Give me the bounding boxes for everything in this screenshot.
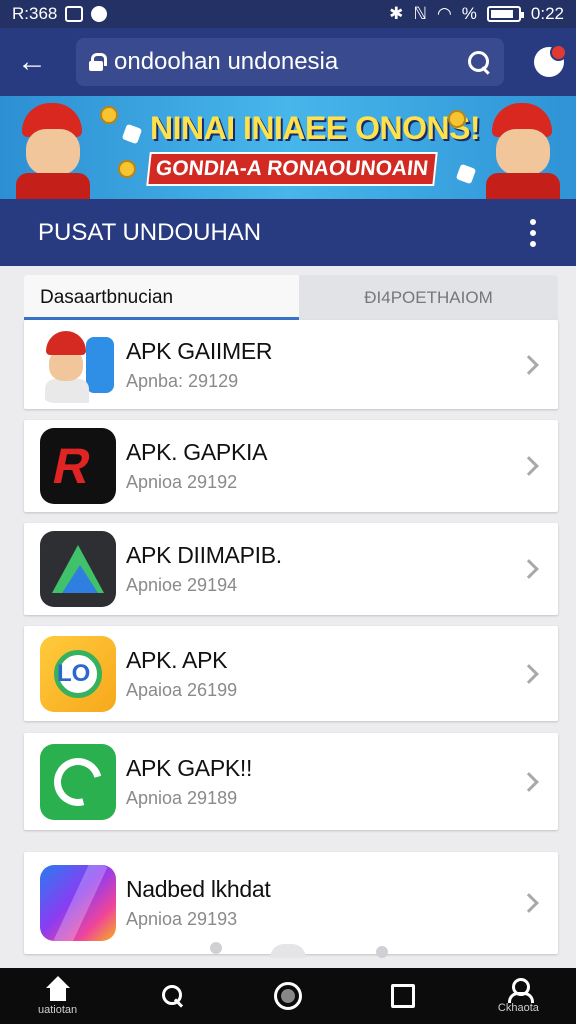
notification-button[interactable] — [534, 44, 567, 77]
nav-home[interactable]: uatiotan — [0, 968, 115, 1024]
promo-banner[interactable]: NINAI INIAEE ONONS! GONDIA-A RONAOUNOAIN — [0, 96, 576, 199]
person-icon — [506, 978, 535, 1003]
gradient-icon — [40, 865, 116, 941]
list-item-text: APK DIIMAPIB. Apnioe 29194 — [126, 542, 522, 596]
triangle-icon — [40, 531, 116, 607]
pager-dot — [270, 944, 306, 958]
wifi-icon: ◠ — [436, 4, 452, 23]
status-bar: R:368 ✱ ℕ ◠ % 0:22 — [0, 0, 576, 28]
list-item-text: APK. GAPKIA Apnioa 29192 — [126, 439, 522, 493]
chevron-right-icon — [519, 354, 539, 375]
sync-icon — [40, 743, 116, 820]
app-subtitle: Apnba: 29129 — [126, 370, 239, 391]
list-item[interactable]: Nadbed lkhdat Apnioa 29193 — [24, 852, 558, 954]
app-title: APK. APK — [126, 646, 228, 673]
banner-title: NINAI INIAEE ONONS! — [150, 110, 481, 146]
app-title: APK GAIIMER — [126, 337, 273, 364]
dice-icon — [455, 163, 477, 185]
list-item-text: APK. APK Apaioa 26199 — [126, 647, 522, 701]
chevron-right-icon — [519, 456, 539, 476]
lo-ring-icon: LO — [40, 635, 116, 712]
bottom-nav: uatiotan Ckhaota — [0, 968, 576, 1024]
game-character-icon — [40, 326, 116, 403]
app-subtitle: Apnioa 29193 — [126, 909, 238, 929]
home-icon — [44, 976, 72, 1002]
app-subtitle: Apnioe 29194 — [126, 575, 238, 595]
list-item[interactable]: APK GAPK!! Apnioa 29189 — [24, 733, 558, 830]
chevron-right-icon — [519, 771, 539, 792]
app-title: Nadbed lkhdat — [126, 876, 271, 902]
nav-label: uatiotan — [38, 1004, 78, 1016]
coin-icon — [118, 160, 136, 178]
status-left: R:368 — [12, 4, 108, 24]
battery-icon — [486, 6, 524, 22]
bluetooth-icon: ✱ — [389, 4, 404, 23]
app-title: APK. GAPKIA — [126, 439, 268, 465]
nav-profile[interactable]: Ckhaota — [461, 968, 576, 1024]
banner-mascot-left — [8, 99, 98, 199]
chevron-right-icon — [519, 663, 539, 684]
signal-text: % — [461, 4, 477, 23]
pager-dot — [376, 946, 388, 958]
nav-label: Ckhaota — [497, 1002, 539, 1014]
nav-camera[interactable] — [230, 968, 345, 1024]
list-item-text: Nadbed lkhdat Apnioa 29193 — [126, 876, 522, 930]
tab-bar: Dasaartbnucian ĐI4POETHAIOM — [24, 275, 558, 320]
list-item-text: APK GAPK!! Apnioa 29189 — [126, 755, 522, 809]
coin-icon — [448, 110, 466, 128]
app-subtitle: Apnioa 29189 — [126, 787, 238, 808]
app-title: APK GAPK!! — [126, 754, 253, 781]
dice-icon — [121, 123, 143, 145]
app-subtitle: Apnioa 29192 — [126, 472, 238, 492]
list-item-text: APK GAIIMER Apnba: 29129 — [126, 338, 522, 392]
section-header: PUSAT UNDOUHAN — [0, 199, 576, 266]
carrier-text: R:368 — [12, 4, 58, 23]
search-icon[interactable] — [466, 49, 492, 75]
tab-other[interactable]: ĐI4POETHAIOM — [299, 275, 558, 320]
nav-search[interactable] — [115, 968, 230, 1024]
coin-icon — [100, 106, 118, 124]
pager-dot — [210, 942, 222, 954]
mute-icon: ℕ — [413, 4, 427, 23]
banner-mascot-right — [478, 99, 568, 199]
back-arrow-icon: ← — [17, 45, 47, 78]
tab-downloads[interactable]: Dasaartbnucian — [24, 275, 299, 320]
square-icon — [391, 984, 416, 1008]
list-item[interactable]: LO APK. APK Apaioa 26199 — [24, 626, 558, 721]
chevron-right-icon — [519, 893, 539, 913]
url-text[interactable]: ondoohan undonesia — [114, 48, 466, 76]
list-item[interactable]: R APK. GAPKIA Apnioa 29192 — [24, 420, 558, 512]
lock-icon — [88, 53, 107, 71]
chevron-right-icon — [519, 559, 539, 579]
url-bar[interactable]: ondoohan undonesia — [76, 38, 504, 86]
shield-icon — [91, 6, 108, 22]
app-title: APK DIIMAPIB. — [126, 542, 282, 568]
clock: 0:22 — [530, 4, 564, 23]
app-header: ← ondoohan undonesia — [0, 28, 576, 96]
circle-icon — [274, 982, 302, 1010]
red-r-icon: R — [40, 428, 116, 504]
search-icon — [160, 983, 186, 1009]
nav-recents[interactable] — [346, 968, 461, 1024]
notification-icon — [65, 6, 84, 22]
list-item[interactable]: APK GAIIMER Apnba: 29129 — [24, 320, 558, 409]
more-vert-icon[interactable] — [528, 218, 538, 247]
app-subtitle: Apaioa 26199 — [126, 679, 238, 700]
section-title: PUSAT UNDOUHAN — [38, 218, 262, 246]
status-right: ✱ ℕ ◠ % 0:22 — [389, 4, 564, 24]
banner-subtitle: GONDIA-A RONAOUNOAIN — [146, 152, 438, 186]
list-item[interactable]: APK DIIMAPIB. Apnioe 29194 — [24, 523, 558, 615]
back-button[interactable]: ← — [12, 42, 52, 82]
